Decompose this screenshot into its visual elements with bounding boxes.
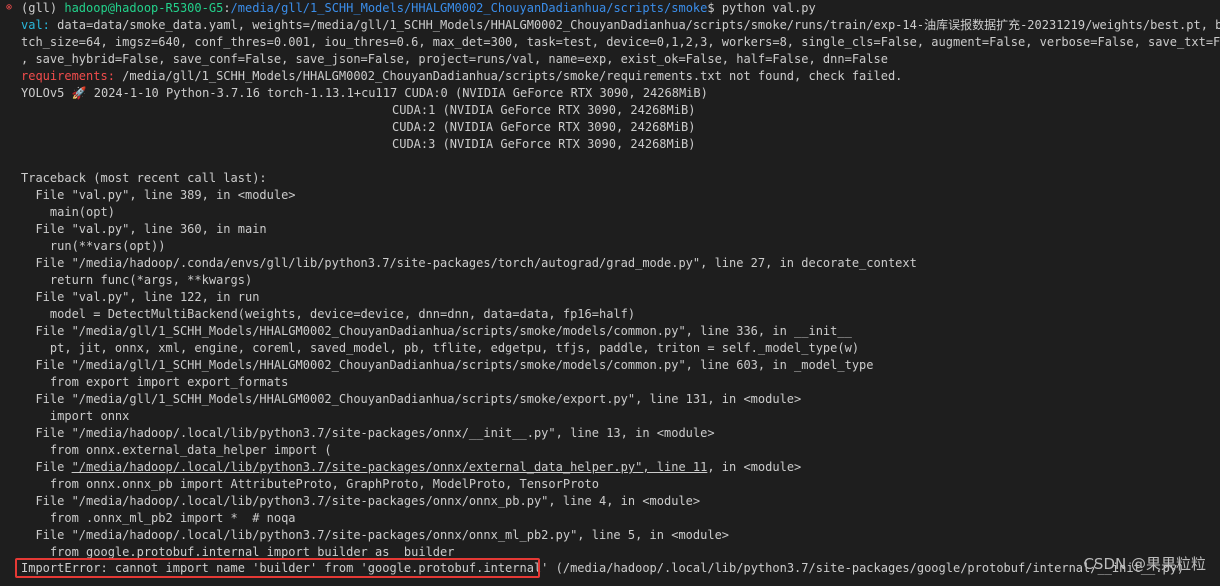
- traceback-line: File "val.py", line 389, in <module>: [21, 188, 296, 202]
- traceback-line: return func(*args, **kwargs): [21, 273, 253, 287]
- traceback-line: from onnx.external_data_helper import (: [21, 443, 332, 457]
- watermark: CSDN @果果粒粒: [1083, 555, 1206, 573]
- traceback-line: pt, jit, onnx, xml, engine, coreml, save…: [21, 341, 860, 355]
- traceback-line: File "val.py", line 122, in run: [21, 290, 260, 304]
- traceback-line: File "/media/gll/1_SCHH_Models/HHALGM000…: [21, 324, 852, 338]
- yolo-text: 2024-1-10 Python-3.7.16 torch-1.13.1+cu1…: [86, 86, 708, 100]
- traceback-line: File "/media/hadoop/.conda/envs/gll/lib/…: [21, 256, 917, 270]
- val-text-1: data=data/smoke_data.yaml, weights=/medi…: [57, 18, 1220, 32]
- prompt-env: (gll): [21, 1, 65, 15]
- traceback-line: import onnx: [21, 409, 130, 423]
- traceback-line: File "/media/gll/1_SCHH_Models/HHALGM000…: [21, 358, 874, 372]
- traceback-line: File "/media/hadoop/.local/lib/python3.7…: [21, 460, 802, 474]
- val-line-3: , save_hybrid=False, save_conf=False, sa…: [21, 52, 888, 66]
- traceback-line: File "/media/hadoop/.local/lib/python3.7…: [21, 528, 730, 542]
- requirements-text: /media/gll/1_SCHH_Models/HHALGM0002_Chou…: [114, 69, 903, 83]
- rocket-icon: 🚀: [71, 86, 87, 100]
- traceback-line: File "/media/hadoop/.local/lib/python3.7…: [21, 426, 715, 440]
- prompt-userhost: hadoop@hadoop-R5300-G5: [64, 1, 224, 15]
- traceback-line: Traceback (most recent call last):: [21, 171, 267, 185]
- traceback-line: File "/media/hadoop/.local/lib/python3.7…: [21, 494, 701, 508]
- traceback-line: from .onnx_ml_pb2 import * # noqa: [21, 511, 296, 525]
- file-link[interactable]: "/media/hadoop/.local/lib/python3.7/site…: [72, 460, 708, 474]
- error-highlight-box: [15, 558, 540, 578]
- traceback-line: from onnx.onnx_pb import AttributeProto,…: [21, 477, 599, 491]
- val-label: val:: [21, 18, 58, 32]
- prompt-path: /media/gll/1_SCHH_Models/HHALGM0002_Chou…: [230, 1, 708, 15]
- traceback-line: from export import export_formats: [21, 375, 289, 389]
- traceback-line: model = DetectMultiBackend(weights, devi…: [21, 307, 636, 321]
- val-line-2: tch_size=64, imgsz=640, conf_thres=0.001…: [21, 35, 1220, 49]
- traceback-line: File "val.py", line 360, in main: [21, 222, 267, 236]
- requirements-label: requirements:: [21, 69, 115, 83]
- prompt-command: $ python val.py: [707, 1, 816, 15]
- traceback-line: main(opt): [21, 205, 115, 219]
- prompt-line: (gll) hadoop@hadoop-R5300-G5:/media/gll/…: [21, 0, 816, 17]
- traceback-line: File "/media/gll/1_SCHH_Models/HHALGM000…: [21, 392, 802, 406]
- error-circle-icon: ⊗: [6, 2, 13, 13]
- yolo-line: YOLOv5 🚀 2024-1-10 Python-3.7.16 torch-1…: [21, 85, 708, 102]
- prompt-separator: :: [223, 1, 231, 15]
- yolo-prefix: YOLOv5: [21, 86, 72, 100]
- traceback-line: run(**vars(opt)): [21, 239, 166, 253]
- cuda-line-2: CUDA:2 (NVIDIA GeForce RTX 3090, 24268Mi…: [392, 120, 696, 134]
- terminal-panel[interactable]: ⊗ (gll) hadoop@hadoop-R5300-G5:/media/gl…: [0, 0, 1220, 586]
- cuda-line-3: CUDA:3 (NVIDIA GeForce RTX 3090, 24268Mi…: [392, 137, 696, 151]
- cuda-line-1: CUDA:1 (NVIDIA GeForce RTX 3090, 24268Mi…: [392, 103, 696, 117]
- requirements-line: requirements: /media/gll/1_SCHH_Models/H…: [21, 68, 902, 85]
- val-line-1: val: data=data/smoke_data.yaml, weights=…: [21, 17, 1220, 34]
